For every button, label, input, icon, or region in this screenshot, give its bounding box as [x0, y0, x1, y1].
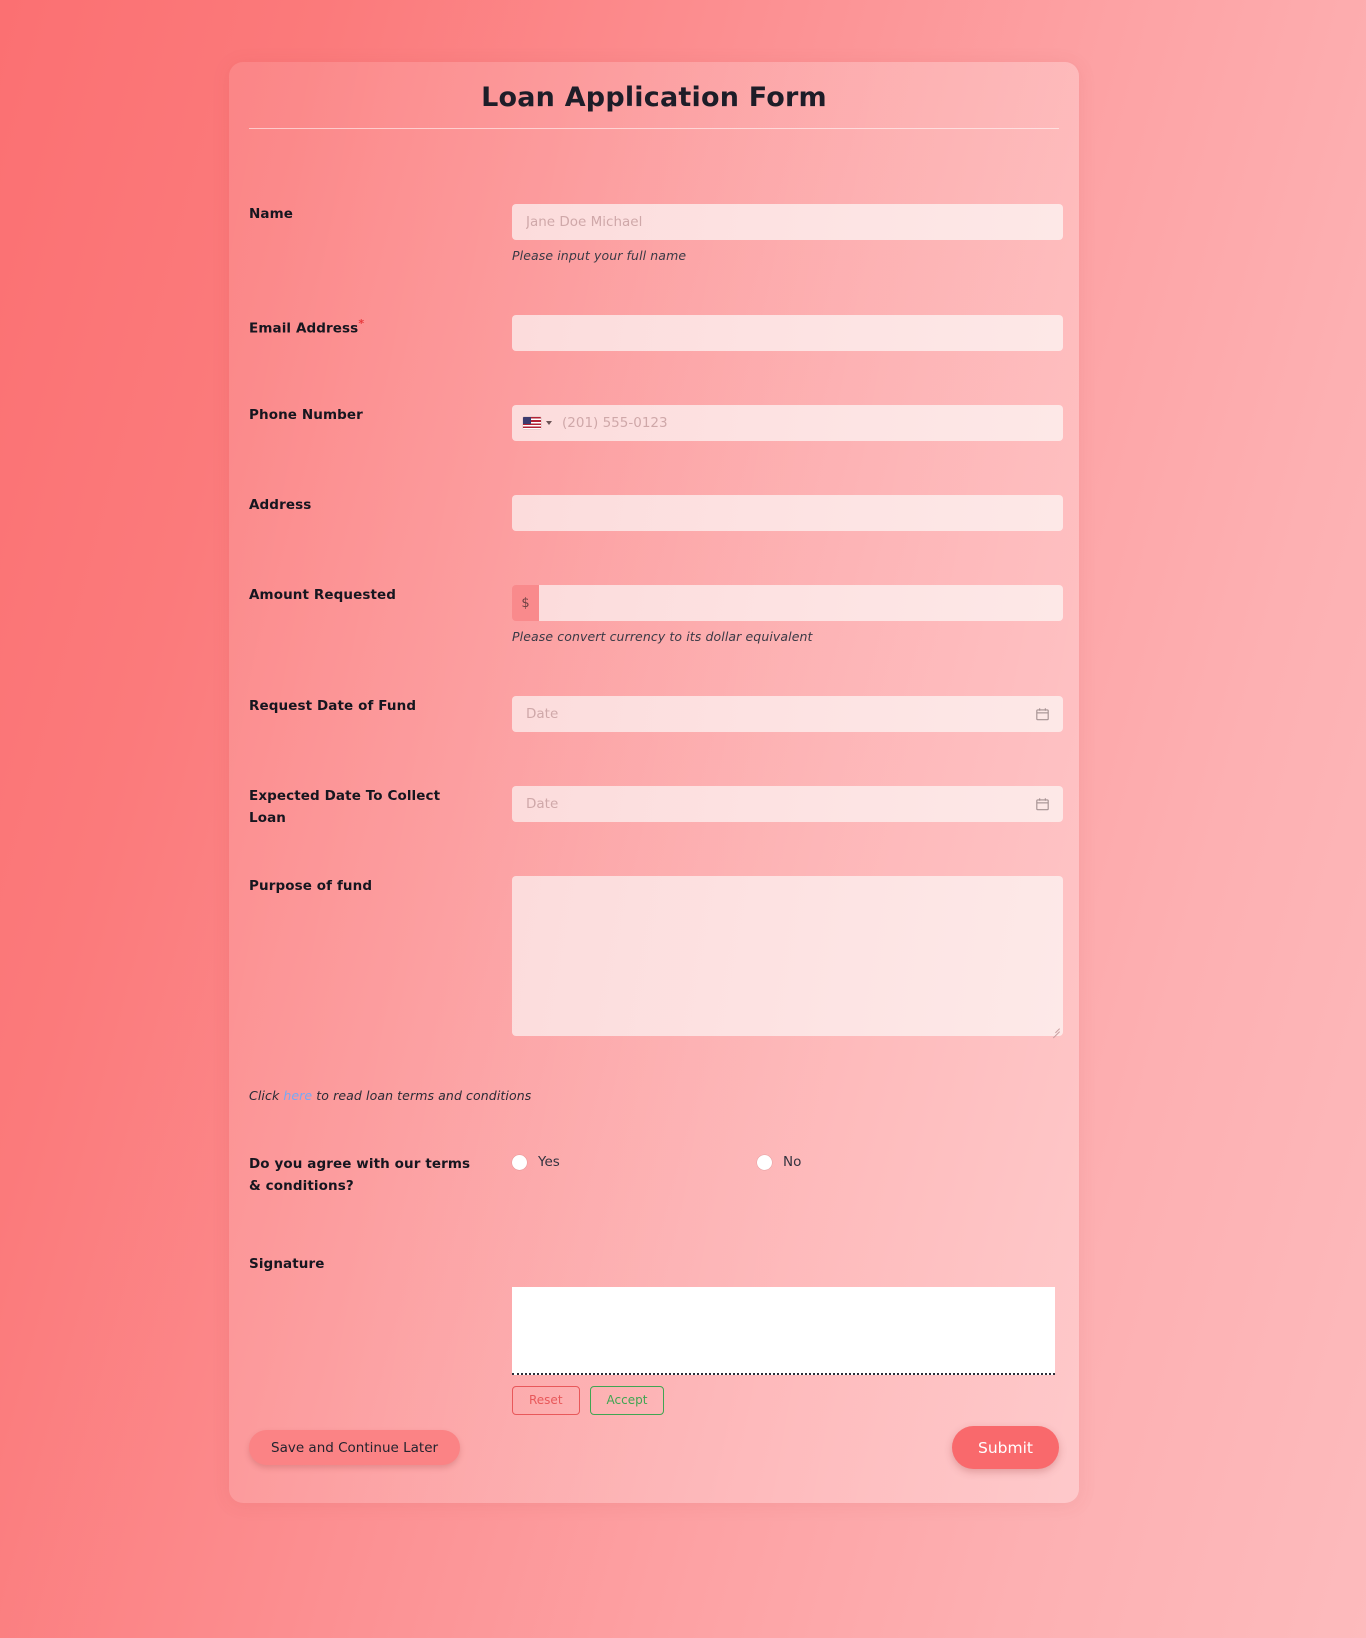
radio-label-no: No	[783, 1154, 802, 1170]
radio-option-no[interactable]: No	[757, 1154, 801, 1170]
field-col-purpose	[512, 876, 1063, 1039]
terms-suffix-text: to read loan terms and conditions	[312, 1088, 532, 1103]
collect-date-input[interactable]	[512, 786, 1063, 822]
required-asterisk-icon: *	[358, 317, 365, 330]
signature-accept-button[interactable]: Accept	[589, 1386, 665, 1415]
amount-helper-text: Please convert currency to its dollar eq…	[512, 629, 813, 644]
signature-pad[interactable]	[512, 1287, 1055, 1375]
form-header: Loan Application Form	[249, 62, 1059, 130]
purpose-textarea[interactable]	[512, 876, 1063, 1036]
page-title: Loan Application Form	[481, 82, 827, 113]
country-selector[interactable]	[512, 405, 560, 441]
terms-notice: Click here to read loan terms and condit…	[249, 1088, 531, 1103]
phone-input[interactable]	[512, 405, 1063, 441]
submit-button[interactable]: Submit	[952, 1426, 1059, 1469]
terms-link[interactable]: here	[283, 1088, 312, 1103]
field-col-name: Please input your full name	[512, 204, 1063, 263]
signature-reset-button[interactable]: Reset	[512, 1386, 580, 1415]
field-col-collect-date	[512, 786, 1063, 822]
request-date-group	[512, 696, 1063, 732]
field-col-address	[512, 495, 1063, 531]
address-input[interactable]	[512, 495, 1063, 531]
collect-date-group	[512, 786, 1063, 822]
calendar-icon[interactable]	[1036, 708, 1049, 721]
label-purpose: Purpose of fund	[249, 878, 373, 894]
label-request-date: Request Date of Fund	[249, 698, 417, 714]
label-collect-date: Expected Date To Collect Loan	[249, 788, 441, 826]
phone-input-group	[512, 405, 1063, 441]
name-input[interactable]	[512, 204, 1063, 240]
field-col-signature: Reset Accept	[512, 1287, 1063, 1415]
label-email: Email Address*	[249, 315, 481, 340]
radio-dot-icon[interactable]	[757, 1154, 772, 1170]
label-signature: Signature	[249, 1256, 325, 1272]
label-amount: Amount Requested	[249, 587, 397, 603]
field-col-amount: $ Please convert currency to its dollar …	[512, 585, 1063, 644]
agree-radio-group: Yes No	[512, 1154, 1063, 1170]
label-agree: Do you agree with our terms & conditions…	[249, 1156, 471, 1194]
dollar-sign-icon: $	[512, 585, 539, 621]
terms-prefix-text: Click	[249, 1088, 284, 1103]
field-col-email	[512, 315, 1063, 351]
caret-down-icon	[546, 421, 552, 425]
email-input[interactable]	[512, 315, 1063, 351]
us-flag-icon	[523, 417, 541, 429]
amount-input[interactable]	[539, 585, 1063, 621]
calendar-icon[interactable]	[1036, 798, 1049, 811]
loan-application-card: Loan Application Form Name Please input …	[229, 62, 1079, 1503]
save-and-continue-button[interactable]: Save and Continue Later	[249, 1430, 461, 1465]
amount-input-group: $	[512, 585, 1063, 621]
label-name: Name	[249, 206, 294, 222]
name-helper-text: Please input your full name	[512, 248, 687, 263]
request-date-input[interactable]	[512, 696, 1063, 732]
signature-buttons: Reset Accept	[512, 1386, 1063, 1415]
field-col-request-date	[512, 696, 1063, 732]
label-email-text: Email Address	[249, 320, 359, 337]
field-col-phone	[512, 405, 1063, 441]
radio-option-yes[interactable]: Yes	[512, 1154, 757, 1170]
radio-label-yes: Yes	[538, 1154, 560, 1170]
label-phone: Phone Number	[249, 407, 363, 423]
radio-dot-icon[interactable]	[512, 1154, 527, 1170]
label-address: Address	[249, 497, 312, 513]
